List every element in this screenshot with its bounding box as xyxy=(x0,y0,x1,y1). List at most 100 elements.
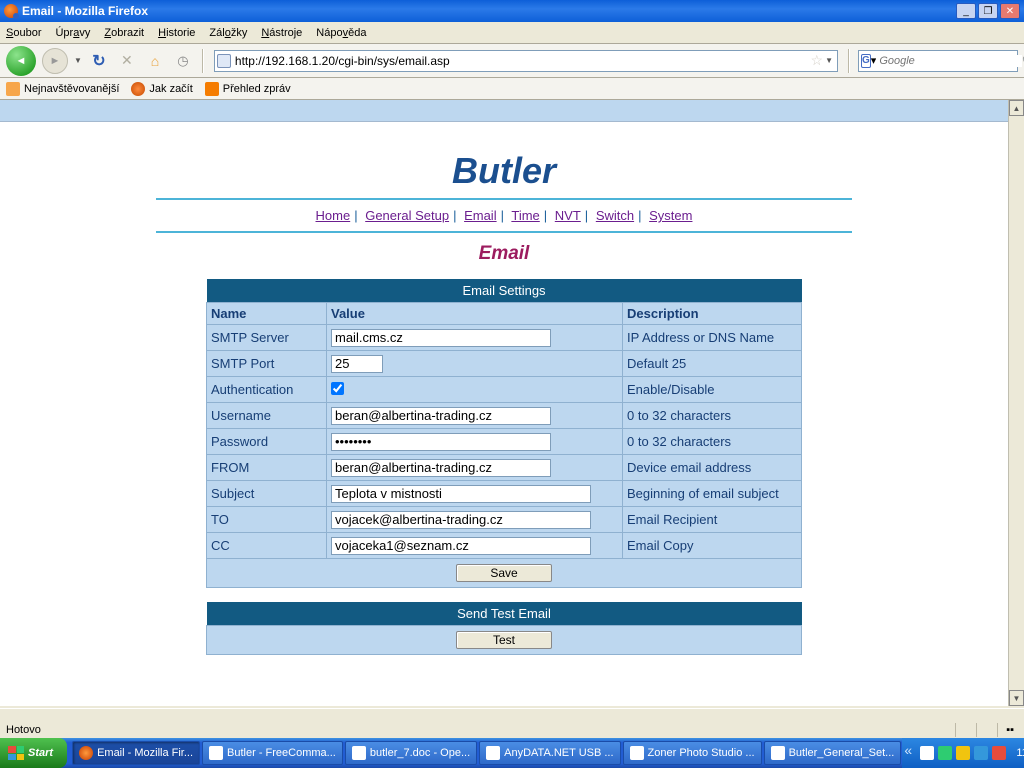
rss-icon xyxy=(205,82,219,96)
nav-email[interactable]: Email xyxy=(464,208,497,223)
test-button[interactable]: Test xyxy=(456,631,552,649)
tray-icon[interactable] xyxy=(974,746,988,760)
input-to[interactable] xyxy=(331,511,591,529)
bookmark-most-visited[interactable]: Nejnavštěvovanější xyxy=(6,82,119,96)
logo: Butler xyxy=(0,150,1008,192)
scroll-up-button[interactable]: ▲ xyxy=(1009,100,1024,116)
taskbar-label: butler_7.doc - Ope... xyxy=(370,747,470,759)
url-dropdown-icon[interactable]: ▼ xyxy=(823,56,835,65)
status-segment xyxy=(976,723,993,737)
tray-icon[interactable] xyxy=(992,746,1006,760)
nav-switch[interactable]: Switch xyxy=(596,208,634,223)
stop-icon[interactable]: ✕ xyxy=(118,52,136,70)
table-row: Username0 to 32 characters xyxy=(207,403,802,429)
scroll-track[interactable] xyxy=(1009,116,1024,690)
search-input[interactable] xyxy=(876,55,1022,67)
table-row: SMTP Server IP Address or DNS Name xyxy=(207,325,802,351)
field-desc: 0 to 32 characters xyxy=(623,403,802,429)
vertical-scrollbar[interactable]: ▲ ▼ xyxy=(1008,100,1024,706)
field-desc: Beginning of email subject xyxy=(623,481,802,507)
menu-tools[interactable]: Nástroje xyxy=(261,27,302,39)
field-value-cell xyxy=(327,403,623,429)
app-icon xyxy=(630,746,644,760)
gear-icon[interactable]: ◷ xyxy=(174,52,192,70)
taskbar-item[interactable]: AnyDATA.NET USB ... xyxy=(479,741,620,765)
input-from[interactable] xyxy=(331,459,551,477)
menu-history[interactable]: Historie xyxy=(158,27,195,39)
status-segment xyxy=(955,723,972,737)
back-button[interactable]: ◄ xyxy=(6,46,36,76)
navigation-toolbar: ◄ ► ▼ ↻ ✕ ⌂ ◷ ☆ ▼ G ▾ 🔍 xyxy=(0,44,1024,78)
tray-icon[interactable] xyxy=(920,746,934,760)
close-button[interactable]: ✕ xyxy=(1000,3,1020,19)
col-name: Name xyxy=(207,303,327,325)
checkbox-authentication[interactable] xyxy=(331,382,344,395)
app-icon xyxy=(771,746,785,760)
table-row: CCEmail Copy xyxy=(207,533,802,559)
email-settings-table: Email Settings Name Value Description SM… xyxy=(206,279,802,588)
url-input[interactable] xyxy=(235,52,811,70)
section-title: Email xyxy=(0,243,1008,265)
taskbar-item[interactable]: Email - Mozilla Fir... xyxy=(72,741,200,765)
menu-file[interactable]: Soubor xyxy=(6,27,41,39)
nav-home[interactable]: Home xyxy=(316,208,351,223)
home-icon[interactable]: ⌂ xyxy=(146,52,164,70)
input-smtp-port[interactable] xyxy=(331,355,383,373)
bookmark-star-icon[interactable]: ☆ xyxy=(811,52,824,69)
nav-system[interactable]: System xyxy=(649,208,692,223)
app-icon xyxy=(79,746,93,760)
tray-icon[interactable] xyxy=(938,746,952,760)
taskbar-item[interactable]: Butler_General_Set... xyxy=(764,741,902,765)
menu-view[interactable]: Zobrazit xyxy=(104,27,144,39)
nav-general-setup[interactable]: General Setup xyxy=(365,208,449,223)
field-name: TO xyxy=(207,507,327,533)
field-name: Subject xyxy=(207,481,327,507)
taskbar-item[interactable]: Butler - FreeComma... xyxy=(202,741,343,765)
reload-icon[interactable]: ↻ xyxy=(90,52,108,70)
taskbar-item[interactable]: Zoner Photo Studio ... xyxy=(623,741,762,765)
bookmark-news-overview[interactable]: Přehled zpráv xyxy=(205,82,291,96)
nav-nvt[interactable]: NVT xyxy=(555,208,581,223)
google-icon[interactable]: G xyxy=(861,54,871,68)
col-value: Value xyxy=(327,303,623,325)
field-name: FROM xyxy=(207,455,327,481)
input-smtp-server[interactable] xyxy=(331,329,551,347)
search-box[interactable]: G ▾ 🔍 xyxy=(858,50,1018,72)
menu-edit[interactable]: Úpravy xyxy=(55,27,90,39)
field-value-cell xyxy=(327,377,623,403)
input-password[interactable] xyxy=(331,433,551,451)
taskbar-label: Butler - FreeComma... xyxy=(227,747,336,759)
taskbar: Start Email - Mozilla Fir... Butler - Fre… xyxy=(0,738,1024,768)
input-subject[interactable] xyxy=(331,485,591,503)
col-desc: Description xyxy=(623,303,802,325)
url-bar[interactable]: ☆ ▼ xyxy=(214,50,838,72)
save-button[interactable]: Save xyxy=(456,564,552,582)
app-icon xyxy=(352,746,366,760)
forward-button[interactable]: ► xyxy=(42,48,68,74)
scroll-down-button[interactable]: ▼ xyxy=(1009,690,1024,706)
nav-time[interactable]: Time xyxy=(511,208,539,223)
app-icon xyxy=(486,746,500,760)
history-dropdown[interactable]: ▼ xyxy=(74,56,82,65)
menu-bookmarks[interactable]: Záložky xyxy=(209,27,247,39)
clock[interactable]: 11:26 xyxy=(1016,747,1024,759)
restore-button[interactable]: ❐ xyxy=(978,3,998,19)
bookmark-getting-started[interactable]: Jak začít xyxy=(131,82,192,96)
field-name: SMTP Server xyxy=(207,325,327,351)
input-username[interactable] xyxy=(331,407,551,425)
window-title: Email - Mozilla Firefox xyxy=(22,4,956,18)
start-button[interactable]: Start xyxy=(0,738,67,768)
taskbar-label: Zoner Photo Studio ... xyxy=(648,747,755,759)
taskbar-item[interactable]: butler_7.doc - Ope... xyxy=(345,741,477,765)
input-cc[interactable] xyxy=(331,537,591,555)
send-test-table: Send Test Email Test xyxy=(206,602,802,655)
field-desc: IP Address or DNS Name xyxy=(623,325,802,351)
system-tray[interactable]: 11:26 xyxy=(902,738,1024,768)
most-visited-icon xyxy=(6,82,20,96)
minimize-button[interactable]: _ xyxy=(956,3,976,19)
bookmarks-toolbar: Nejnavštěvovanější Jak začít Přehled zpr… xyxy=(0,78,1024,100)
getting-started-icon xyxy=(131,82,145,96)
status-text: Hotovo xyxy=(6,724,41,736)
tray-icon[interactable] xyxy=(956,746,970,760)
menu-help[interactable]: Nápověda xyxy=(316,27,366,39)
